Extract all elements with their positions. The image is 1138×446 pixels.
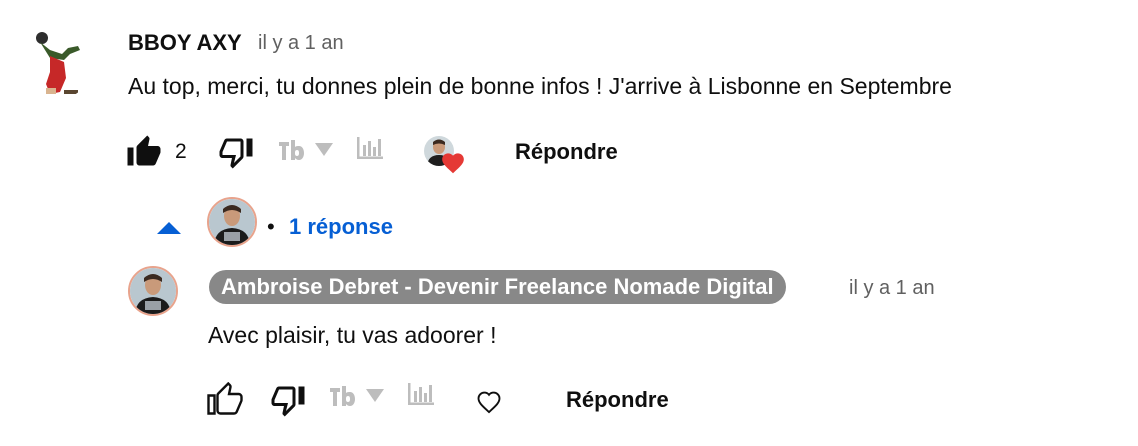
reply-timestamp[interactable]: il y a 1 an <box>849 277 935 300</box>
thumb-down-icon[interactable] <box>216 133 256 171</box>
thumb-down-icon[interactable] <box>268 381 308 419</box>
thumb-up-icon[interactable] <box>205 381 245 419</box>
reply-text: Avec plaisir, tu vas adoorer ! <box>208 322 497 348</box>
creator-heart[interactable] <box>424 136 468 176</box>
reply-button[interactable]: Répondre <box>566 387 669 413</box>
reply-author-badge[interactable]: Ambroise Debret - Devenir Freelance Noma… <box>209 270 786 304</box>
like-count: 2 <box>175 140 187 163</box>
creator-heart-icon <box>440 150 466 174</box>
comment-text: Au top, merci, tu donnes plein de bonne … <box>128 73 952 99</box>
stats-icon[interactable] <box>405 380 437 408</box>
caret-down-icon[interactable] <box>363 384 387 406</box>
replies-toggle-link[interactable]: 1 réponse <box>289 214 393 240</box>
replies-bullet: • <box>267 214 275 239</box>
thumb-up-filled-icon[interactable] <box>124 133 164 171</box>
reply-author-avatar[interactable] <box>128 266 178 316</box>
comment-timestamp[interactable]: il y a 1 an <box>258 32 344 55</box>
reply-button[interactable]: Répondre <box>515 139 618 165</box>
heart-outline-icon[interactable] <box>473 386 505 416</box>
collapse-replies-icon[interactable] <box>154 218 184 238</box>
caret-down-icon[interactable] <box>312 138 336 160</box>
tubebuddy-icon[interactable] <box>276 136 306 164</box>
comment-author[interactable]: BBOY AXY <box>128 30 242 56</box>
tubebuddy-icon[interactable] <box>327 382 357 410</box>
replies-preview-avatar <box>207 197 257 247</box>
stats-icon[interactable] <box>354 134 386 162</box>
commenter-avatar[interactable] <box>20 28 92 100</box>
